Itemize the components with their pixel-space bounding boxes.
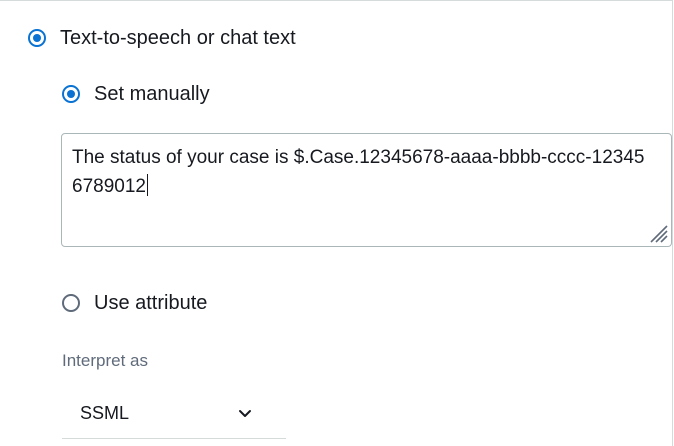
text-caret [146,174,148,196]
tts-radio-option[interactable]: Text-to-speech or chat text [28,26,296,50]
use-attribute-label: Use attribute [94,292,208,314]
message-text: The status of your case is $.Case.123456… [72,147,645,197]
chevron-down-icon[interactable] [238,409,252,419]
message-text-wrapper: The status of your case is $.Case.123456… [72,143,652,201]
use-attribute-radio-option[interactable]: Use attribute [62,291,207,315]
interpret-as-label: Interpret as [62,351,148,370]
message-textarea[interactable]: The status of your case is $.Case.123456… [61,133,672,247]
set-manually-label: Set manually [94,83,210,105]
interpret-as-select[interactable]: SSML [62,397,286,439]
radio-selected-icon[interactable] [62,85,80,103]
set-manually-radio-option[interactable]: Set manually [62,82,210,106]
tts-radio-label: Text-to-speech or chat text [60,27,296,49]
radio-unselected-icon[interactable] [62,294,80,312]
interpret-as-value: SSML [80,403,130,423]
resize-handle-icon[interactable] [645,220,669,244]
radio-selected-icon[interactable] [28,29,46,47]
